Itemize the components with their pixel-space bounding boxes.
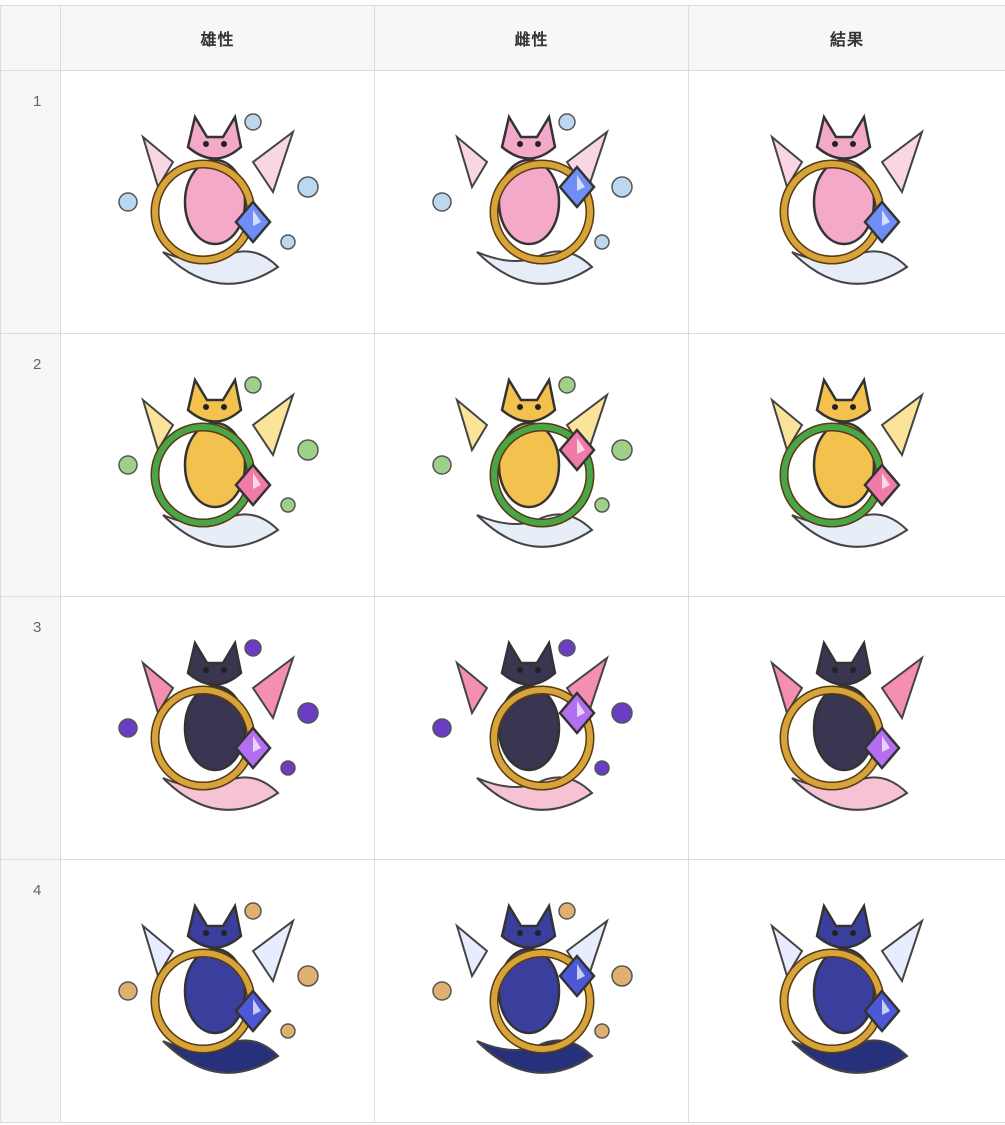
fox-creature-female-icon [431,639,633,811]
header-male: 雄性 [61,6,375,71]
header-result: 結果 [689,6,1005,71]
fox-creature-result-icon [770,376,924,548]
result-cell [689,71,1005,334]
male-cell [61,334,375,597]
header-result-label: 結果 [829,32,864,49]
row-index: 2 [1,334,61,597]
breeding-table: 雄性 雌性 結果 1 2 3 4 [0,5,1005,1123]
fox-creature-male-icon [117,902,319,1074]
fox-creature-result-icon [770,902,924,1074]
fox-creature-result-icon [770,639,924,811]
male-cell [61,71,375,334]
fox-creature-result-icon [770,113,924,285]
header-male-label: 雄性 [200,32,235,49]
female-cell [375,860,689,1123]
row-index: 1 [1,71,61,334]
result-cell [689,597,1005,860]
fox-creature-male-icon [117,113,319,285]
female-cell [375,334,689,597]
fox-creature-male-icon [117,639,319,811]
result-cell [689,334,1005,597]
male-cell [61,860,375,1123]
female-cell [375,597,689,860]
fox-creature-female-icon [431,902,633,1074]
fox-creature-female-icon [431,376,633,548]
row-index: 4 [1,860,61,1123]
fox-creature-female-icon [431,113,633,285]
row-index: 3 [1,597,61,860]
male-cell [61,597,375,860]
fox-creature-male-icon [117,376,319,548]
header-corner [1,6,61,71]
header-female-label: 雌性 [514,32,549,49]
result-cell [689,860,1005,1123]
female-cell [375,71,689,334]
header-female: 雌性 [375,6,689,71]
